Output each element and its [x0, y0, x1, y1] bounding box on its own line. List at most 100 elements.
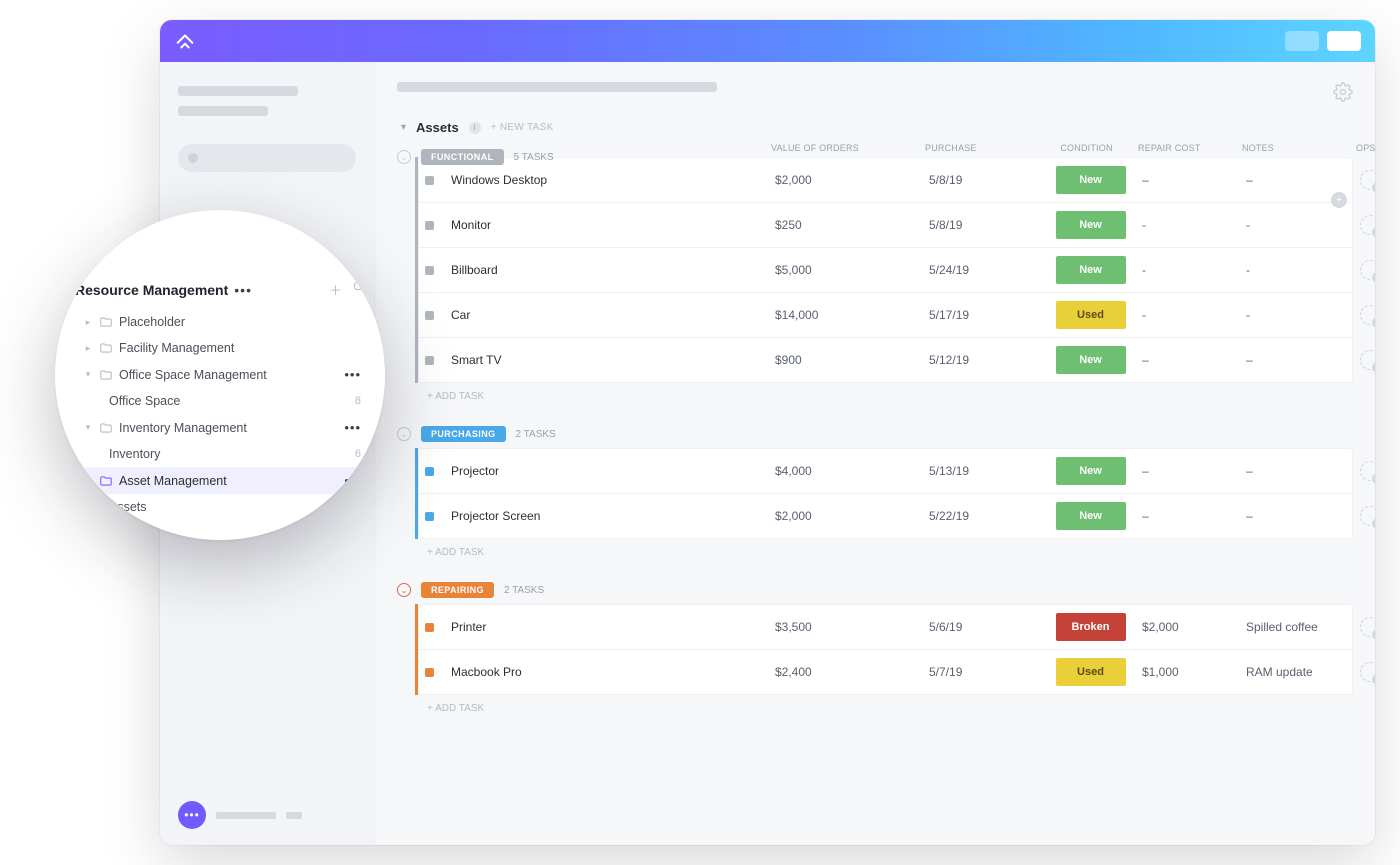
breadcrumb-skeleton	[397, 82, 717, 92]
task-row[interactable]: Projector $4,000 5/13/19 New – –	[418, 448, 1353, 494]
collapse-icon[interactable]: ⌄	[397, 150, 411, 164]
item-menu-icon[interactable]: •••	[344, 367, 361, 382]
gear-icon[interactable]	[1333, 82, 1353, 102]
task-name[interactable]: Billboard	[451, 263, 771, 277]
sidebar-skeleton-line	[178, 106, 268, 116]
task-row[interactable]: Macbook Pro $2,400 5/7/19 Used $1,000 RA…	[418, 650, 1353, 695]
list-title: Assets	[416, 120, 459, 135]
info-icon[interactable]: i	[469, 122, 481, 134]
task-row[interactable]: Projector Screen $2,000 5/22/19 New – –	[418, 494, 1353, 539]
assignee-add-icon[interactable]	[1360, 305, 1375, 325]
caret-down-icon[interactable]: ▾	[401, 122, 406, 133]
task-row[interactable]: Billboard $5,000 5/24/19 New - -	[418, 248, 1353, 293]
search-icon[interactable]	[352, 280, 365, 299]
cell-condition[interactable]: New	[1043, 457, 1138, 485]
topbar-pill-1[interactable]	[1285, 31, 1319, 51]
folder-icon	[99, 368, 113, 382]
topbar-pill-2[interactable]	[1327, 31, 1361, 51]
folder-icon	[99, 421, 113, 435]
cell-purchase: 5/12/19	[929, 353, 1039, 367]
task-name[interactable]: Macbook Pro	[451, 665, 771, 679]
tree-list-item[interactable]: Inventory 6	[75, 441, 365, 467]
task-name[interactable]: Car	[451, 308, 771, 322]
add-task-button[interactable]: + ADD TASK	[415, 539, 1353, 566]
cell-condition[interactable]: Broken	[1043, 613, 1138, 641]
cell-value: $5,000	[775, 263, 925, 277]
cell-purchase: 5/24/19	[929, 263, 1039, 277]
task-name[interactable]: Windows Desktop	[451, 173, 771, 187]
chat-launcher[interactable]: •••	[178, 801, 302, 829]
task-row[interactable]: Car $14,000 5/17/19 Used - -	[418, 293, 1353, 338]
chevron-icon[interactable]: ▸	[83, 343, 93, 354]
status-chip-purchasing[interactable]: PURCHASING	[421, 426, 506, 442]
cell-repair: –	[1142, 353, 1242, 367]
chevron-icon[interactable]: ▸	[83, 317, 93, 328]
tree-list-item[interactable]: Assets 10	[75, 494, 365, 520]
task-name[interactable]: Printer	[451, 620, 771, 634]
cell-condition[interactable]: Used	[1043, 301, 1138, 329]
task-row[interactable]: Monitor $250 5/8/19 New - -	[418, 203, 1353, 248]
cell-repair: -	[1142, 263, 1242, 277]
search-icon	[188, 153, 198, 163]
cell-repair: $2,000	[1142, 620, 1242, 634]
add-icon[interactable]: ＋	[329, 280, 342, 299]
collapse-icon[interactable]: ⌄	[397, 427, 411, 441]
item-count: 10	[349, 501, 361, 513]
assignee-add-icon[interactable]	[1360, 215, 1375, 235]
status-chip-repairing[interactable]: REPAIRING	[421, 582, 494, 598]
assignee-add-icon[interactable]	[1360, 506, 1375, 526]
cell-condition[interactable]: New	[1043, 346, 1138, 374]
tree-list-item[interactable]: Office Space 8	[75, 388, 365, 414]
assignee-add-icon[interactable]	[1360, 350, 1375, 370]
folder-icon	[99, 315, 113, 329]
tree-folder-item[interactable]: ▾ Inventory Management •••	[75, 414, 365, 441]
item-menu-icon[interactable]: •••	[344, 473, 361, 488]
status-dot-icon	[425, 623, 434, 632]
tree-folder-item[interactable]: ▸ Placeholder	[75, 309, 365, 335]
space-tree-popover: Resource Management ••• ＋ ▸ Placeholder …	[55, 210, 385, 540]
cell-notes: –	[1246, 464, 1356, 478]
chevron-icon[interactable]: ▾	[83, 422, 93, 433]
cell-condition[interactable]: Used	[1043, 658, 1138, 686]
tree-folder-item[interactable]: ▸ Facility Management	[75, 335, 365, 361]
col-ops[interactable]: OPS MAN…	[1356, 143, 1375, 153]
cell-value: $2,400	[775, 665, 925, 679]
task-name[interactable]: Monitor	[451, 218, 771, 232]
cell-notes: –	[1246, 173, 1356, 187]
new-task-button[interactable]: + NEW TASK	[491, 122, 554, 133]
status-chip-functional[interactable]: FUNCTIONAL	[421, 149, 504, 165]
item-label: Facility Management	[119, 341, 361, 355]
task-row[interactable]: Smart TV $900 5/12/19 New – –	[418, 338, 1353, 383]
cell-notes: -	[1246, 218, 1356, 232]
folder-icon	[99, 341, 113, 355]
collapse-icon[interactable]: ⌄	[397, 583, 411, 597]
cell-condition[interactable]: New	[1043, 256, 1138, 284]
assignee-add-icon[interactable]	[1360, 461, 1375, 481]
tree-folder-item[interactable]: ▾ Asset Management •••	[75, 467, 365, 494]
cell-purchase: 5/17/19	[929, 308, 1039, 322]
chevron-icon[interactable]: ▾	[83, 475, 93, 486]
item-menu-icon[interactable]: •••	[344, 420, 361, 435]
tree-folder-item[interactable]: ▾ Office Space Management •••	[75, 361, 365, 388]
task-name[interactable]: Projector	[451, 464, 771, 478]
cell-condition[interactable]: New	[1043, 502, 1138, 530]
assignee-add-icon[interactable]	[1360, 617, 1375, 637]
task-name[interactable]: Projector Screen	[451, 509, 771, 523]
status-dot-icon	[425, 467, 434, 476]
task-row[interactable]: Printer $3,500 5/6/19 Broken $2,000 Spil…	[418, 604, 1353, 650]
add-column-icon[interactable]: +	[1331, 192, 1347, 208]
cell-purchase: 5/22/19	[929, 509, 1039, 523]
item-label: Inventory Management	[119, 421, 338, 435]
chevron-icon[interactable]: ▾	[83, 369, 93, 380]
assignee-add-icon[interactable]	[1360, 260, 1375, 280]
item-label: Placeholder	[119, 315, 361, 329]
add-task-button[interactable]: + ADD TASK	[415, 383, 1353, 410]
search-input[interactable]	[178, 144, 356, 172]
space-menu-icon[interactable]: •••	[234, 282, 252, 298]
task-name[interactable]: Smart TV	[451, 353, 771, 367]
cell-value: $900	[775, 353, 925, 367]
assignee-add-icon[interactable]	[1360, 662, 1375, 682]
assignee-add-icon[interactable]	[1360, 170, 1375, 190]
add-task-button[interactable]: + ADD TASK	[415, 695, 1353, 722]
cell-condition[interactable]: New	[1043, 211, 1138, 239]
